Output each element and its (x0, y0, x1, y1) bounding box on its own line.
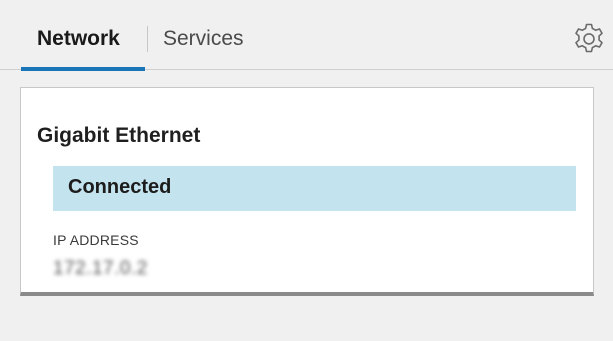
connection-status-bar: Connected (53, 166, 576, 211)
tab-services[interactable]: Services (163, 23, 283, 70)
active-tab-indicator (21, 67, 145, 71)
tab-network[interactable]: Network (21, 23, 145, 71)
ip-address-label: IP ADDRESS (53, 232, 139, 248)
tab-divider (147, 26, 148, 52)
gear-icon-graphic (575, 23, 603, 53)
gear-icon[interactable] (571, 21, 607, 57)
tab-services-label: Services (163, 27, 244, 50)
ip-address-value: 172.17.0.2 (53, 258, 148, 279)
ethernet-card: Gigabit Ethernet Connected IP ADDRESS 17… (20, 87, 594, 296)
connection-status: Connected (68, 176, 172, 198)
tab-bar: Network Services (0, 0, 613, 71)
card-title: Gigabit Ethernet (37, 124, 201, 147)
network-settings-screen: Network Services Gigabit Ethernet Connec… (0, 0, 613, 341)
tab-network-label: Network (37, 27, 120, 50)
